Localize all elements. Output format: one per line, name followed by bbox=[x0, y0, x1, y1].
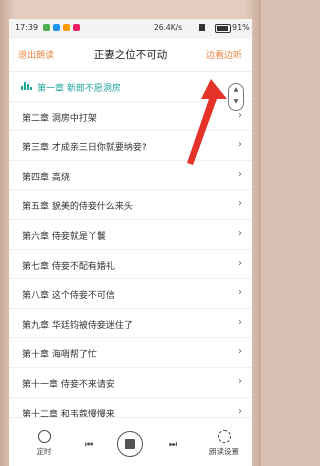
previous-icon[interactable]: ⏮ bbox=[85, 440, 93, 450]
header: 退出朗读 正妻之位不可动 边看边听 bbox=[9, 39, 252, 72]
chapter-item[interactable]: 第十一章 侍妾不来请安 › bbox=[9, 368, 252, 398]
app-icon bbox=[73, 24, 80, 31]
chevron-right-icon: › bbox=[238, 287, 242, 299]
chevron-up-icon: ▲ bbox=[233, 86, 239, 93]
settings-label: 朗读设置 bbox=[209, 447, 239, 456]
chapter-item[interactable]: 第九章 华廷钧被侍妾迷住了 › bbox=[9, 309, 252, 339]
battery-icon bbox=[215, 24, 231, 33]
stop-icon bbox=[125, 439, 135, 449]
chapter-label: 第七章 侍妾不配有婚礼 bbox=[22, 261, 115, 272]
stop-button[interactable] bbox=[117, 431, 143, 457]
chapter-item[interactable]: 第五章 貌美的侍妾什么来头 › bbox=[9, 190, 252, 220]
notification-icons bbox=[43, 24, 80, 31]
chapter-label: 第二章 洞房中打架 bbox=[22, 113, 97, 124]
chevron-down-icon: ▼ bbox=[233, 98, 239, 105]
status-bar: 17:39 26.4K/s 91% bbox=[9, 19, 252, 39]
annotation-arrow bbox=[187, 79, 227, 165]
playing-icon bbox=[21, 82, 32, 90]
clock-icon bbox=[37, 430, 51, 443]
timer-button[interactable]: 定时 bbox=[29, 430, 59, 457]
chapter-item[interactable]: 第十章 海哨帮了忙 › bbox=[9, 338, 252, 368]
chapter-label: 第十章 海哨帮了忙 bbox=[22, 350, 97, 361]
chapter-item[interactable]: 第八章 这个侍妾不可信 › bbox=[9, 279, 252, 309]
chevron-right-icon: › bbox=[238, 139, 242, 151]
chevron-right-icon: › bbox=[238, 109, 242, 121]
chevron-right-icon: › bbox=[238, 405, 242, 417]
chapter-label: 第八章 这个侍妾不可信 bbox=[22, 291, 115, 302]
gear-icon bbox=[217, 430, 231, 443]
chevron-right-icon: › bbox=[238, 316, 242, 328]
chevron-right-icon: › bbox=[238, 198, 242, 210]
message-icon bbox=[43, 24, 50, 31]
signal-icon bbox=[199, 24, 205, 31]
chapter-item[interactable]: 第七章 侍妾不配有婚礼 › bbox=[9, 250, 252, 280]
chevron-right-icon: › bbox=[238, 375, 242, 387]
chevron-right-icon: › bbox=[238, 346, 242, 358]
chapter-label: 第十一章 侍妾不来请安 bbox=[22, 379, 115, 390]
chevron-right-icon: › bbox=[238, 227, 242, 239]
chapter-label: 第四章 高烧 bbox=[22, 172, 70, 183]
read-while-listening-button[interactable]: 边看边听 bbox=[206, 48, 242, 61]
app-icon bbox=[53, 24, 60, 31]
chapter-label: 第三章 才成亲三日你就要纳妾? bbox=[22, 143, 147, 154]
chapter-item[interactable]: 第六章 侍妾就是丫鬟 › bbox=[9, 220, 252, 250]
chapter-label: 第五章 貌美的侍妾什么来头 bbox=[22, 202, 133, 213]
chapter-label: 第九章 华廷钧被侍妾迷住了 bbox=[22, 320, 133, 331]
app-icon bbox=[63, 24, 70, 31]
chapter-label: 第一章 新郎不愿洞房 bbox=[37, 84, 121, 94]
chapter-label: 第六章 侍妾就是丫鬟 bbox=[22, 231, 106, 242]
network-speed: 26.4K/s bbox=[154, 23, 183, 32]
chevron-right-icon: › bbox=[238, 168, 242, 180]
chevron-right-icon: › bbox=[238, 257, 242, 269]
reading-settings-button[interactable]: 朗读设置 bbox=[204, 430, 244, 457]
battery-percent: 91% bbox=[232, 23, 250, 32]
timer-label: 定时 bbox=[36, 447, 52, 456]
player-bar: 定时 ⏮ ⏭ 朗读设置 bbox=[9, 417, 252, 466]
next-icon[interactable]: ⏭ bbox=[169, 440, 177, 450]
status-time: 17:39 bbox=[15, 23, 39, 32]
screen: 17:39 26.4K/s 91% 退出朗读 正妻之位不可动 边看边听 第一章 … bbox=[9, 19, 252, 466]
